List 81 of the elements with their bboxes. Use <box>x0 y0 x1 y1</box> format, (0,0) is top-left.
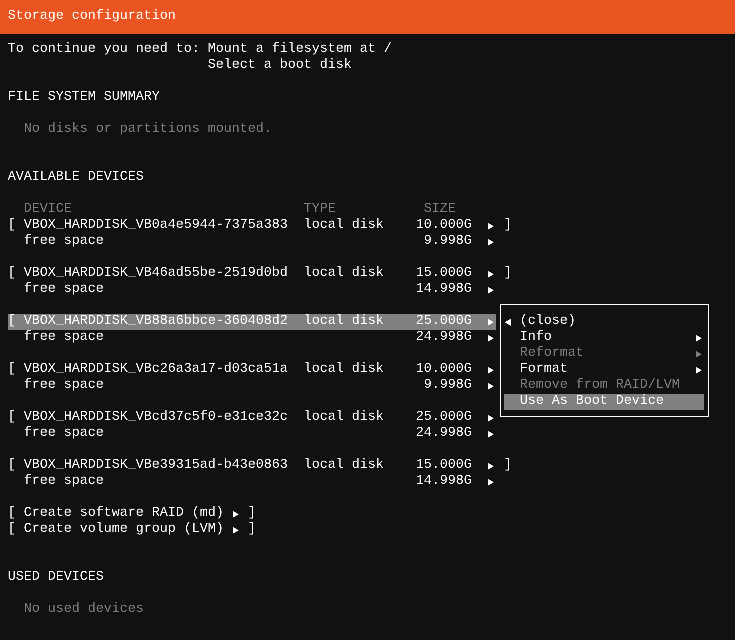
partition-size: 24.998G <box>416 330 472 346</box>
device-size: 10.000G <box>416 218 472 234</box>
caret-right-icon <box>488 414 494 422</box>
open-bracket: [ <box>8 362 16 377</box>
close-bracket: ] <box>504 458 512 474</box>
open-bracket: [ <box>8 266 16 281</box>
caret-right-icon <box>488 334 494 342</box>
partition-size: 24.998G <box>416 426 472 442</box>
caret-right-icon <box>696 350 702 358</box>
action-button[interactable]: [ Create software RAID (md) ] <box>8 506 256 522</box>
device-name: VBOX_HARDDISK_VB88a6bbce-360408d2 <box>24 314 288 329</box>
device-size: 25.000G <box>416 314 472 330</box>
partition-name: free space <box>24 378 104 393</box>
caret-right-icon <box>696 366 702 374</box>
close-bracket: ] <box>504 218 512 234</box>
caret-right-icon <box>488 382 494 390</box>
device-size: 10.000G <box>416 362 472 378</box>
partition-name: free space <box>24 474 104 489</box>
empty-message: No disks or partitions mounted. <box>24 122 272 137</box>
caret-right-icon <box>488 222 494 230</box>
caret-right-icon <box>488 270 494 278</box>
caret-right-icon <box>488 430 494 438</box>
column-header: TYPE <box>304 202 336 217</box>
open-bracket: [ <box>8 458 16 473</box>
caret-right-icon <box>488 318 494 326</box>
menu-item[interactable]: Info <box>504 330 704 346</box>
caret-right-icon <box>232 526 239 534</box>
device-type: local disk <box>304 266 384 281</box>
partition-size: 14.998G <box>416 282 472 298</box>
caret-right-icon <box>488 462 494 470</box>
device-size: 15.000G <box>416 458 472 474</box>
menu-item[interactable]: (close) <box>504 314 704 330</box>
caret-right-icon <box>696 334 702 342</box>
open-bracket: [ <box>8 314 16 329</box>
column-header: DEVICE <box>24 202 72 217</box>
device-type: local disk <box>304 362 384 377</box>
caret-right-icon <box>488 478 494 486</box>
partition-size: 14.998G <box>416 474 472 490</box>
partition-name: free space <box>24 282 104 297</box>
device-name: VBOX_HARDDISK_VB46ad55be-2519d0bd <box>24 266 288 281</box>
open-bracket: [ <box>8 410 16 425</box>
device-type: local disk <box>304 314 384 329</box>
device-type: local disk <box>304 410 384 425</box>
caret-right-icon <box>488 238 494 246</box>
caret-right-icon <box>232 510 239 518</box>
device-name: VBOX_HARDDISK_VBcd37c5f0-e31ce32c <box>24 410 288 425</box>
section-heading: USED DEVICES <box>8 570 104 585</box>
device-type: local disk <box>304 458 384 473</box>
close-bracket: ] <box>504 266 512 282</box>
device-row[interactable]: [ VBOX_HARDDISK_VB0a4e5944-7375a383 local disk 10.000G <box>8 218 496 234</box>
device-size: 25.000G <box>416 410 472 426</box>
partition-name: free space <box>24 426 104 441</box>
partition-size: 9.998G <box>424 234 472 250</box>
device-row[interactable]: [ VBOX_HARDDISK_VBcd37c5f0-e31ce32c local disk 25.000G <box>8 410 496 426</box>
menu-item[interactable]: Format <box>504 362 704 378</box>
empty-message: No used devices <box>24 602 144 617</box>
window-title: Storage configuration <box>8 9 176 25</box>
requirements-label: To continue you need to: <box>8 42 201 58</box>
device-type: local disk <box>304 218 384 233</box>
device-size: 15.000G <box>416 266 472 282</box>
action-button[interactable]: [ Create volume group (LVM) ] <box>8 522 256 538</box>
caret-left-icon <box>505 318 511 326</box>
device-row[interactable]: [ VBOX_HARDDISK_VBc26a3a17-d03ca51a local disk 10.000G <box>8 362 496 378</box>
device-row[interactable]: [ VBOX_HARDDISK_VB88a6bbce-360408d2 local disk 25.000G <box>8 314 496 330</box>
requirement-item: Select a boot disk <box>208 58 353 74</box>
device-name: VBOX_HARDDISK_VBc26a3a17-d03ca51a <box>24 362 288 377</box>
partition-name: free space <box>24 234 104 249</box>
caret-right-icon <box>488 286 494 294</box>
device-row[interactable]: [ VBOX_HARDDISK_VBe39315ad-b43e0863 local disk 15.000G <box>8 458 496 474</box>
partition-name: free space <box>24 330 104 345</box>
device-name: VBOX_HARDDISK_VB0a4e5944-7375a383 <box>24 218 288 233</box>
column-header: SIZE <box>424 202 456 217</box>
partition-size: 9.998G <box>424 378 472 394</box>
caret-right-icon <box>488 366 494 374</box>
device-row[interactable]: [ VBOX_HARDDISK_VB46ad55be-2519d0bd local disk 15.000G <box>8 266 496 282</box>
menu-item[interactable]: Use As Boot Device <box>504 394 704 410</box>
section-heading: AVAILABLE DEVICES <box>8 170 144 185</box>
section-heading: FILE SYSTEM SUMMARY <box>8 90 160 105</box>
requirement-item: Mount a filesystem at / <box>208 42 392 58</box>
open-bracket: [ <box>8 218 16 233</box>
device-name: VBOX_HARDDISK_VBe39315ad-b43e0863 <box>24 458 288 473</box>
